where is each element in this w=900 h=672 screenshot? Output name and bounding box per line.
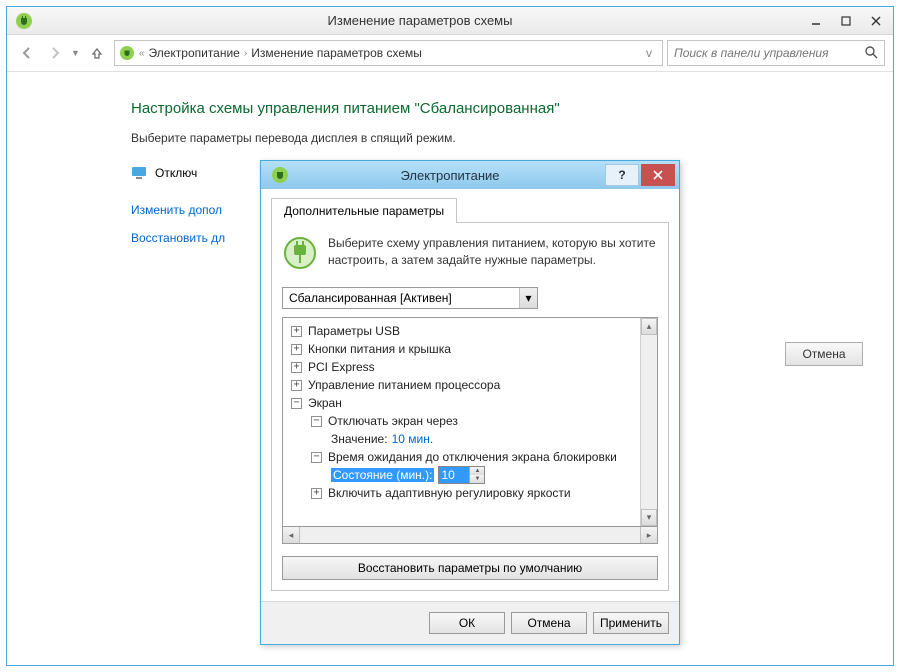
breadcrumb[interactable]: « Электропитание › Изменение параметров … — [114, 40, 663, 66]
chevron-down-icon: ▾ — [519, 288, 537, 308]
power-icon — [271, 166, 289, 184]
spin-up-icon[interactable]: ▲ — [470, 467, 484, 475]
dialog-titlebar: Электропитание ? — [261, 161, 679, 189]
tree-item-display[interactable]: Экран — [308, 396, 342, 410]
page-button-row: Отмена — [785, 342, 863, 366]
collapse-icon[interactable]: − — [311, 452, 322, 463]
minimize-button[interactable] — [801, 10, 831, 32]
tree-item-pci[interactable]: PCI Express — [308, 360, 375, 374]
window-buttons — [801, 10, 891, 32]
window-title: Изменение параметров схемы — [39, 13, 801, 28]
vertical-scrollbar[interactable]: ▴ ▾ — [640, 318, 657, 526]
tab-advanced[interactable]: Дополнительные параметры — [271, 198, 457, 223]
dialog-footer: ОК Отмена Применить — [261, 601, 679, 644]
tree-item-lock-timeout[interactable]: Время ожидания до отключения экрана блок… — [328, 450, 617, 464]
search-icon[interactable] — [864, 45, 878, 62]
collapse-icon[interactable]: − — [291, 398, 302, 409]
page-subtext: Выберите параметры перевода дисплея в сп… — [131, 131, 873, 145]
state-input[interactable] — [439, 467, 469, 483]
tree-item-cpu[interactable]: Управление питанием процессора — [308, 378, 500, 392]
display-off-label: Отключ — [155, 166, 197, 180]
scroll-down-button[interactable]: ▾ — [641, 509, 657, 526]
dialog-title: Электропитание — [295, 168, 605, 183]
tree-item-usb[interactable]: Параметры USB — [308, 324, 400, 338]
scroll-up-button[interactable]: ▴ — [641, 318, 657, 335]
nav-back-button[interactable] — [15, 41, 39, 65]
scroll-left-button[interactable]: ◂ — [283, 527, 300, 543]
power-scheme-combo[interactable]: Сбалансированная [Активен] ▾ — [282, 287, 538, 309]
settings-tree: +Параметры USB +Кнопки питания и крышка … — [282, 317, 658, 527]
dialog-close-button[interactable] — [641, 164, 675, 186]
cancel-button[interactable]: Отмена — [511, 612, 587, 634]
refresh-dropdown-icon[interactable]: v — [640, 46, 658, 60]
expand-icon[interactable]: + — [311, 488, 322, 499]
spin-down-icon[interactable]: ▼ — [470, 475, 484, 483]
monitor-icon — [131, 165, 147, 181]
power-icon — [15, 12, 33, 30]
help-button[interactable]: ? — [605, 164, 639, 186]
horizontal-scrollbar[interactable]: ◂ ▸ — [282, 527, 658, 544]
expand-icon[interactable]: + — [291, 380, 302, 391]
search-input[interactable] — [674, 46, 858, 60]
breadcrumb-item[interactable]: Электропитание — [148, 46, 239, 60]
nav-row: ▼ « Электропитание › Изменение параметро… — [7, 35, 893, 71]
nav-forward-button[interactable] — [43, 41, 67, 65]
expand-icon[interactable]: + — [291, 362, 302, 373]
tree-item-buttons-lid[interactable]: Кнопки питания и крышка — [308, 342, 451, 356]
tree-item-adaptive[interactable]: Включить адаптивную регулировку яркости — [328, 486, 571, 500]
breadcrumb-item[interactable]: Изменение параметров схемы — [251, 46, 422, 60]
expand-icon[interactable]: + — [291, 326, 302, 337]
state-label-selected[interactable]: Состояние (мин.): — [331, 468, 434, 482]
tree-item-display-off[interactable]: Отключать экран через — [328, 414, 458, 428]
maximize-button[interactable] — [831, 10, 861, 32]
power-options-dialog: Электропитание ? Дополнительные параметр… — [260, 160, 680, 645]
collapse-icon[interactable]: − — [311, 416, 322, 427]
restore-defaults-button[interactable]: Восстановить параметры по умолчанию — [282, 556, 658, 580]
scroll-right-button[interactable]: ▸ — [640, 527, 657, 543]
ok-button[interactable]: ОК — [429, 612, 505, 634]
expand-icon[interactable]: + — [291, 344, 302, 355]
page-heading: Настройка схемы управления питанием "Сба… — [131, 100, 873, 117]
nav-up-button[interactable] — [88, 44, 106, 62]
power-icon — [119, 45, 135, 61]
state-spin[interactable]: ▲▼ — [438, 466, 485, 484]
display-off-value[interactable]: 10 мин. — [392, 432, 434, 446]
search-box[interactable] — [667, 40, 885, 66]
dialog-intro-text: Выберите схему управления питанием, кото… — [328, 235, 658, 269]
chevron-left-icon: « — [139, 48, 145, 59]
power-scheme-value: Сбалансированная [Активен] — [289, 291, 452, 305]
chevron-right-icon: › — [244, 48, 247, 59]
power-plan-icon — [282, 235, 318, 271]
display-off-value-label: Значение: — [331, 432, 388, 446]
close-button[interactable] — [861, 10, 891, 32]
main-titlebar: Изменение параметров схемы — [7, 7, 893, 35]
apply-button[interactable]: Применить — [593, 612, 669, 634]
cancel-button[interactable]: Отмена — [785, 342, 863, 366]
